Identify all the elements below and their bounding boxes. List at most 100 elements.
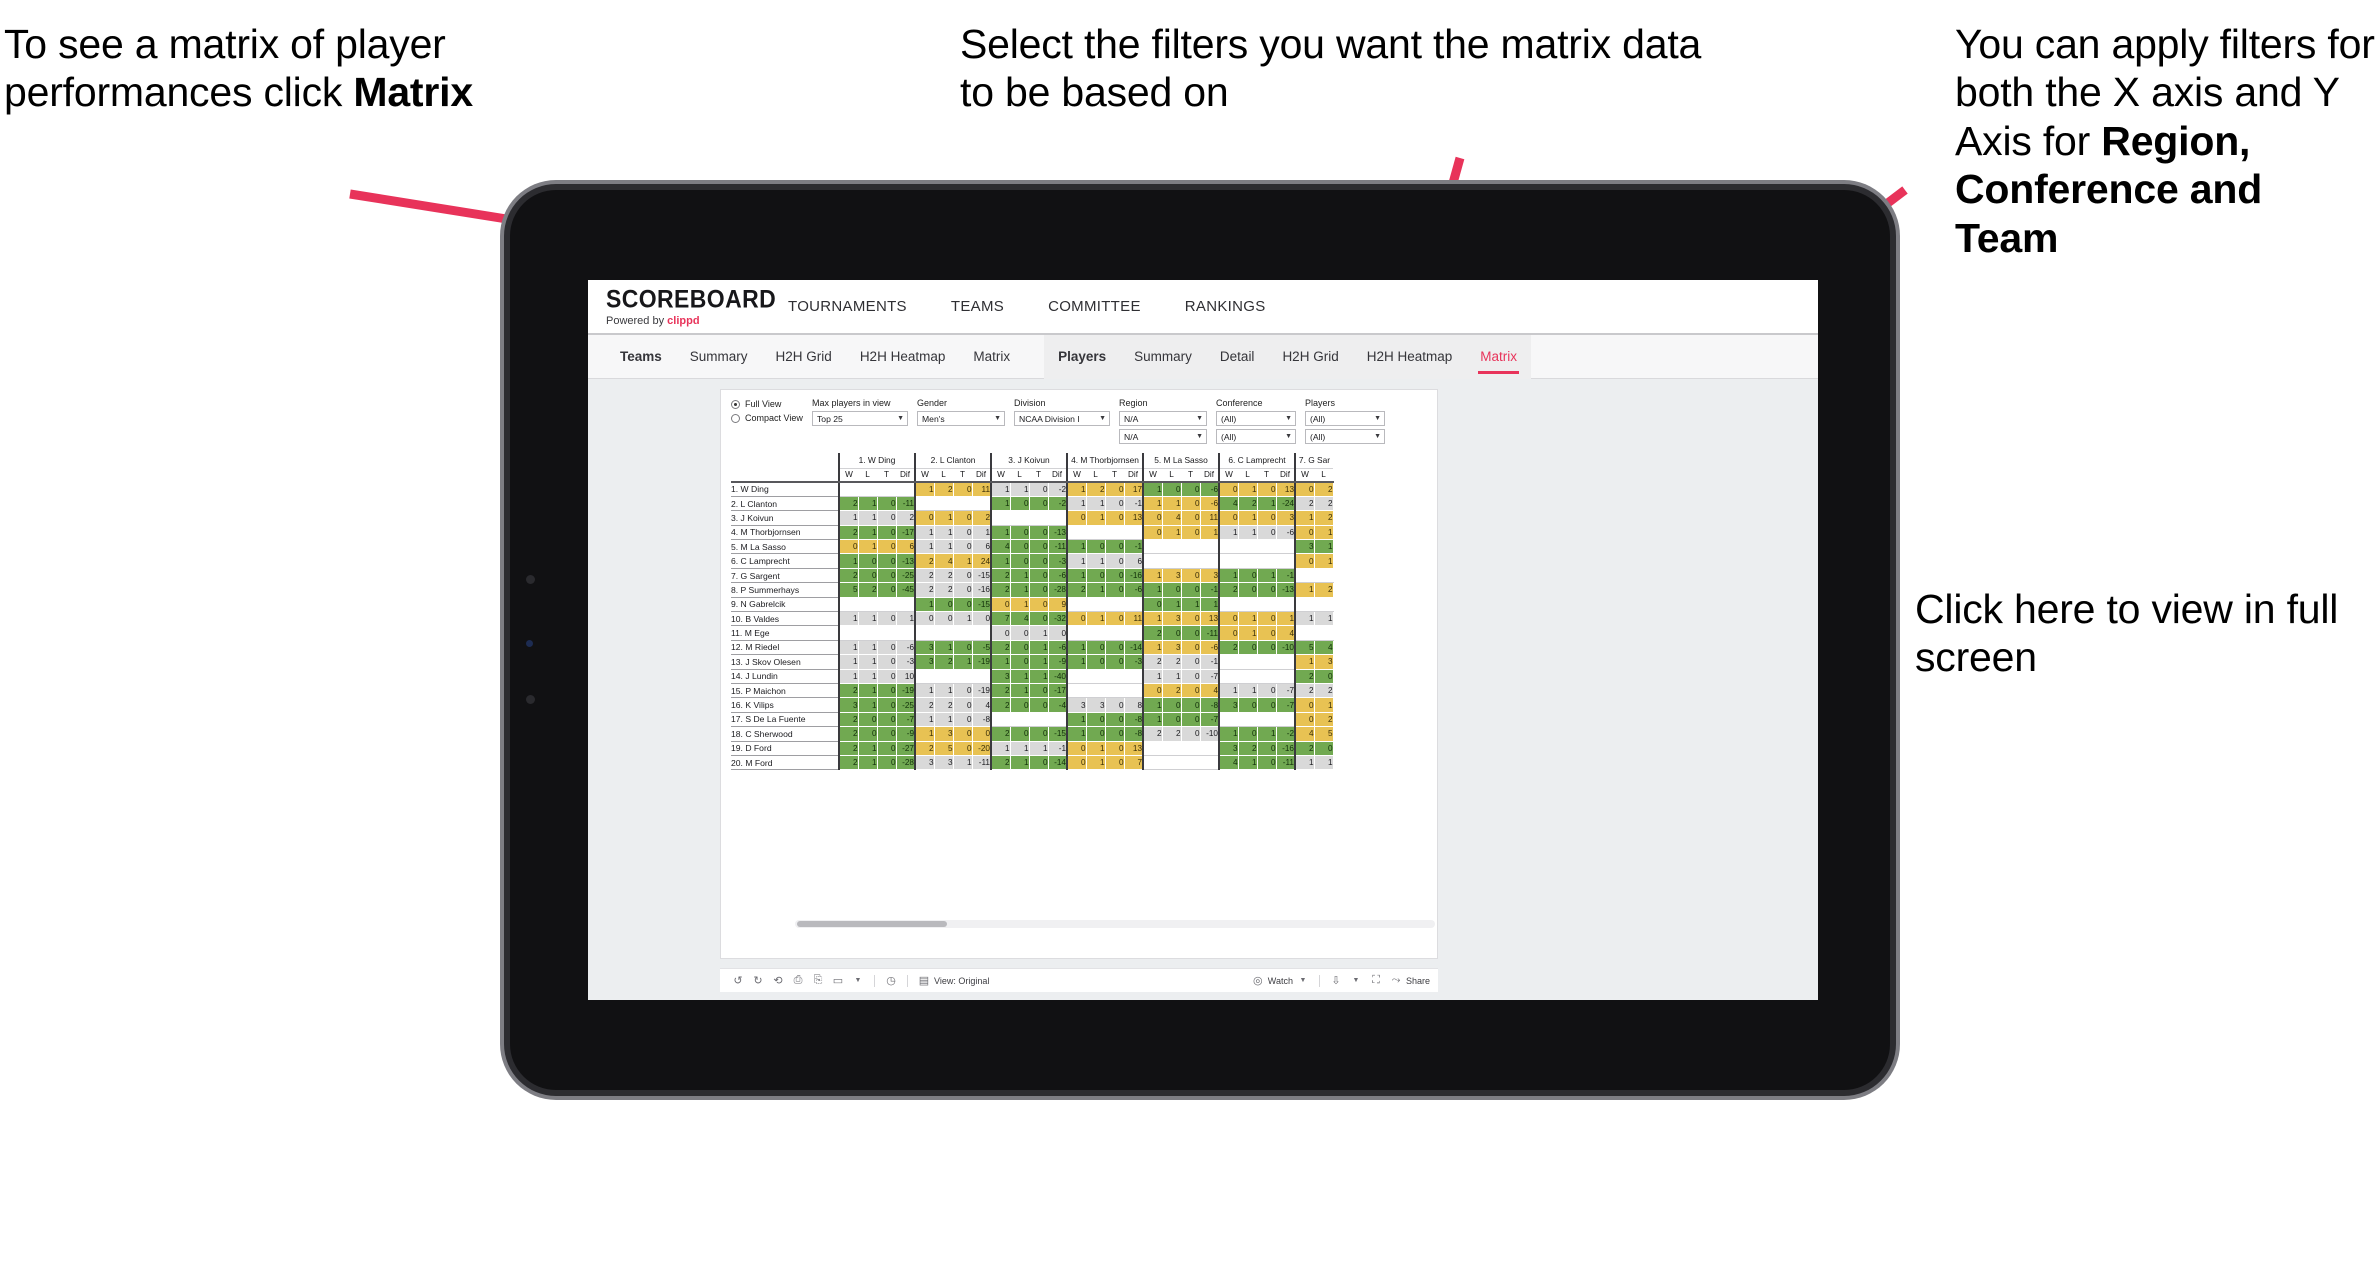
matrix-cell[interactable]: 0 xyxy=(1162,697,1182,713)
matrix-row[interactable]: 20. M Ford 2 1 0 -28 3 3 1 -11 2 1 0 -14 0 1 0 7 4 1 0 -11 1 1 xyxy=(731,755,1334,771)
matrix-cell[interactable]: 1 xyxy=(1200,597,1220,613)
matrix-cell[interactable]: 0 xyxy=(1181,726,1201,742)
matrix-cell[interactable]: 0 xyxy=(1105,568,1125,584)
matrix-cell[interactable]: -1 xyxy=(1124,496,1144,512)
matrix-row-label[interactable]: 11. M Ege xyxy=(731,625,839,641)
matrix-cell[interactable]: 2 xyxy=(972,510,992,526)
matrix-cell[interactable]: -11 xyxy=(1276,755,1296,771)
matrix-cell[interactable]: -32 xyxy=(1048,611,1068,627)
matrix-cell[interactable]: 11 xyxy=(1200,510,1220,526)
matrix-cell[interactable]: 1 xyxy=(914,712,935,728)
matrix-cell[interactable]: 1 xyxy=(838,640,859,656)
matrix-cell[interactable]: -15 xyxy=(972,568,992,584)
matrix-cell[interactable]: 0 xyxy=(953,697,973,713)
undo-icon[interactable]: ↺ xyxy=(728,974,748,987)
matrix-cell[interactable]: 0 xyxy=(1181,510,1201,526)
matrix-cell[interactable]: -6 xyxy=(1048,640,1068,656)
matrix-cell[interactable]: -4 xyxy=(1048,697,1068,713)
matrix-cell[interactable]: 0 xyxy=(1029,568,1049,584)
matrix-cell[interactable]: 0 xyxy=(1066,741,1087,756)
matrix-cell[interactable]: 0 xyxy=(1181,712,1201,728)
nav-item-tournaments[interactable]: TOURNAMENTS xyxy=(766,280,929,334)
matrix-cell[interactable]: 0 xyxy=(877,669,897,684)
matrix-cell[interactable]: 1 xyxy=(1257,568,1277,584)
matrix-cell[interactable]: 0 xyxy=(1181,654,1201,670)
matrix-cell[interactable]: -2 xyxy=(1276,726,1296,742)
matrix-cell[interactable]: 2 xyxy=(1162,654,1182,670)
matrix-cell[interactable]: 5 xyxy=(934,741,954,756)
matrix-cell[interactable]: 1 xyxy=(1238,683,1258,699)
matrix-cell[interactable]: 0 xyxy=(953,726,973,742)
matrix-cell[interactable]: 1 xyxy=(1142,496,1163,512)
matrix-cell[interactable]: -8 xyxy=(1124,712,1144,728)
matrix-cell[interactable]: 2 xyxy=(990,726,1011,742)
matrix-cell[interactable]: 2 xyxy=(934,568,954,584)
matrix-cell[interactable]: -13 xyxy=(1048,525,1068,541)
matrix-cell[interactable]: 0 xyxy=(1181,525,1201,541)
chevron-down-icon[interactable]: ▼ xyxy=(848,977,868,984)
matrix-row[interactable]: 14. J Lundin 1 1 0 10 3 1 1 -40 1 1 0 -7 2 0 xyxy=(731,669,1334,684)
matrix-cell[interactable]: 4 xyxy=(1294,726,1315,742)
matrix-cell[interactable]: 0 xyxy=(953,712,973,728)
chevron-down-icon[interactable]: ▼ xyxy=(1346,977,1366,984)
matrix-cell[interactable]: 4 xyxy=(934,553,954,569)
matrix-cell[interactable]: -8 xyxy=(1124,726,1144,742)
matrix-cell[interactable]: 0 xyxy=(1086,640,1106,656)
nav-item-committee[interactable]: COMMITTEE xyxy=(1026,280,1163,334)
matrix-cell[interactable]: 0 xyxy=(1029,496,1049,512)
select-conference-x[interactable]: (All) ▼ xyxy=(1216,411,1296,426)
matrix-cell[interactable]: 1 xyxy=(1314,539,1334,555)
matrix-cell[interactable]: 5 xyxy=(1294,640,1315,656)
matrix-cell[interactable]: 4 xyxy=(1162,510,1182,526)
matrix-cell[interactable]: 0 xyxy=(1181,611,1201,627)
radio-full-view[interactable]: Full View xyxy=(731,399,803,409)
matrix-cell[interactable]: 0 xyxy=(1029,726,1049,742)
matrix-row[interactable]: 15. P Maichon 2 1 0 -19 1 1 0 -19 2 1 0 -17 0 2 0 4 1 1 0 -7… xyxy=(731,683,1334,699)
matrix-cell[interactable]: 1 xyxy=(1010,482,1030,497)
matrix-cell[interactable]: 2 xyxy=(838,755,859,771)
matrix-cell[interactable]: 4 xyxy=(1218,496,1239,512)
matrix-cell[interactable]: -2 xyxy=(1048,482,1068,497)
matrix-cell[interactable]: -3 xyxy=(1124,654,1144,670)
matrix-cell[interactable]: 0 xyxy=(1218,510,1239,526)
matrix-cell[interactable]: 1 xyxy=(990,553,1011,569)
matrix-cell[interactable]: 1 xyxy=(1294,611,1315,627)
matrix-row-label[interactable]: 2. L Clanton xyxy=(731,496,839,512)
matrix-cell[interactable]: 0 xyxy=(972,726,992,742)
matrix-cell[interactable]: 0 xyxy=(1294,525,1315,541)
select-gender[interactable]: Men's ▼ xyxy=(917,411,1005,426)
matrix-row-label[interactable]: 15. P Maichon xyxy=(731,683,839,699)
matrix-cell[interactable]: 1 xyxy=(1314,755,1334,771)
matrix-cell[interactable]: 5 xyxy=(1314,726,1334,742)
matrix-row-label[interactable]: 19. D Ford xyxy=(731,741,839,756)
matrix-cell[interactable]: 1 xyxy=(1010,683,1030,699)
matrix-cell[interactable]: 1 xyxy=(1218,726,1239,742)
matrix-cell[interactable]: 2 xyxy=(990,640,1011,656)
matrix-row-label[interactable]: 10. B Valdes xyxy=(731,611,839,627)
matrix-cell[interactable]: 1 xyxy=(1066,496,1087,512)
matrix-cell[interactable]: 1 xyxy=(914,726,935,742)
matrix-cell[interactable]: 1 xyxy=(1238,510,1258,526)
matrix-cell[interactable]: 0 xyxy=(1162,582,1182,598)
matrix-cell[interactable]: 1 xyxy=(1066,726,1087,742)
matrix-cell[interactable]: 0 xyxy=(914,611,935,627)
matrix-row[interactable]: 2. L Clanton 2 1 0 -11 1 0 0 -2 1 1 0 -1 1 1 0 -6 4 2 1 -24 2… xyxy=(731,496,1334,512)
watch-icon[interactable]: ◎ xyxy=(1248,974,1268,987)
matrix-cell[interactable]: 0 xyxy=(1029,683,1049,699)
matrix-cell[interactable]: 0 xyxy=(1105,553,1125,569)
tab-players-h2h-heatmap[interactable]: H2H Heatmap xyxy=(1353,335,1467,379)
matrix-cell[interactable]: 0 xyxy=(1010,640,1030,656)
matrix-cell[interactable]: 1 xyxy=(1142,640,1163,656)
matrix-cell[interactable]: 1 xyxy=(1294,510,1315,526)
matrix-cell[interactable]: 0 xyxy=(1181,640,1201,656)
matrix-cell[interactable]: 1 xyxy=(990,525,1011,541)
matrix-cell[interactable]: 3 xyxy=(1162,640,1182,656)
matrix-row-label[interactable]: 17. S De La Fuente xyxy=(731,712,839,728)
matrix-cell[interactable]: 1 xyxy=(858,669,878,684)
matrix-cell[interactable]: 1 xyxy=(858,640,878,656)
matrix-cell[interactable]: 13 xyxy=(1124,741,1144,756)
matrix-col-header[interactable]: 5. M La Sasso xyxy=(1142,453,1219,469)
matrix-cell[interactable]: -27 xyxy=(896,741,916,756)
matrix-cell[interactable]: 0 xyxy=(953,482,973,497)
matrix-cell[interactable]: 2 xyxy=(1162,683,1182,699)
